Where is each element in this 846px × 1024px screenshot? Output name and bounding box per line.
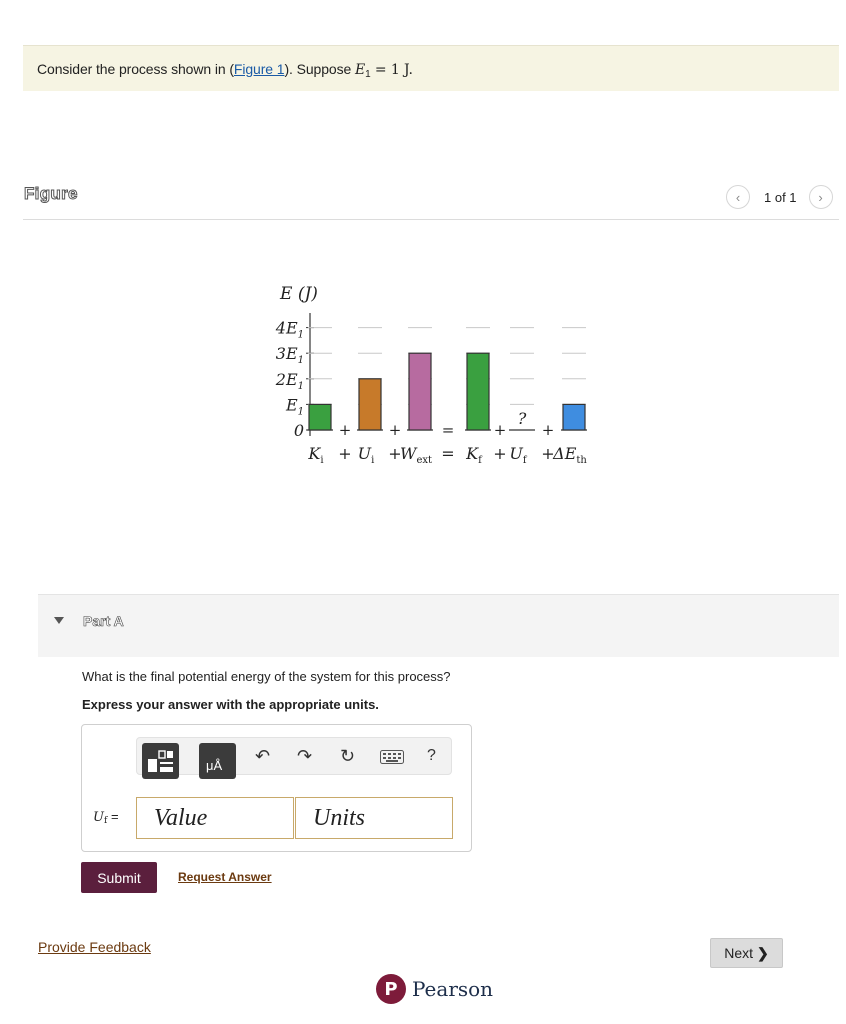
bar-operator-2: =: [442, 421, 455, 439]
bar-operator-0: +: [339, 421, 352, 439]
term-operator-4: +: [541, 444, 554, 463]
pearson-branding: P Pearson: [376, 972, 493, 1006]
chevron-left-icon[interactable]: ‹: [726, 185, 750, 209]
part-a-title: Part A: [83, 613, 124, 630]
part-a-header[interactable]: Part A: [38, 594, 839, 657]
bar-Ui: [358, 378, 382, 431]
uf-eq: =: [110, 809, 119, 824]
figure-page-count: 1 of 1: [764, 189, 797, 205]
bar-operator-4: +: [542, 421, 555, 439]
figure-divider: [23, 219, 839, 220]
y-tick-label-1: E1: [285, 395, 304, 417]
bar-operator-3: +: [494, 421, 507, 439]
term-operator-0: +: [338, 444, 351, 463]
bar-operator-1: +: [389, 421, 402, 439]
question-text: What is the final potential energy of th…: [82, 669, 451, 684]
pearson-wordmark: Pearson: [412, 977, 494, 1001]
next-label: Next: [724, 945, 754, 961]
term-label-1: Ui: [358, 444, 375, 466]
undo-icon[interactable]: ↶: [255, 746, 270, 767]
energy-value: = 1 J.: [370, 62, 413, 78]
units-button[interactable]: μÅ: [199, 743, 236, 779]
y-axis-title: E (J): [279, 284, 318, 304]
term-label-0: Ki: [307, 444, 323, 466]
y-tick-label-0: 0: [294, 421, 304, 440]
caret-down-icon[interactable]: [54, 617, 64, 624]
bar-ΔEth: [562, 403, 586, 431]
term-operator-3: +: [493, 444, 506, 463]
keyboard-svg: [380, 750, 404, 764]
keyboard-icon[interactable]: [380, 750, 404, 769]
problem-statement-box: Consider the process shown in (Figure 1)…: [23, 45, 839, 91]
chevron-right-icon: ❯: [757, 944, 769, 961]
y-tick-label-3: 3E1: [276, 344, 304, 366]
provide-feedback-link[interactable]: Provide Feedback: [38, 939, 151, 955]
y-tick-label-4: 4E1: [275, 319, 304, 341]
answer-panel: μÅ ↶ ↷ ↻ ? Uf = Value Units: [81, 724, 472, 852]
instruction-text: Express your answer with the appropriate…: [82, 697, 379, 712]
submit-button[interactable]: Submit: [81, 862, 157, 893]
reset-icon[interactable]: ↻: [340, 746, 355, 767]
energy-variable-sub: 1: [365, 69, 371, 80]
uf-label: Uf =: [93, 809, 119, 826]
term-label-2: Wext: [400, 444, 432, 466]
energy-bar-chart: E (J)4E13E12E1E10?+ + = + +Ki Ui Wext Kf Uf ΔEth+…: [275, 284, 588, 466]
redo-icon[interactable]: ↷: [297, 746, 312, 767]
term-label-4: Uf: [509, 444, 527, 466]
bar-Wext: [408, 352, 432, 431]
term-operator-2: =: [441, 444, 454, 463]
bar-Ki: [308, 403, 332, 431]
term-label-3: Kf: [465, 444, 483, 466]
y-tick-label-2: 2E1: [275, 370, 304, 392]
templates-button[interactable]: [142, 743, 179, 779]
pearson-logo-icon: P: [376, 974, 406, 1004]
next-button[interactable]: Next ❯: [710, 938, 783, 968]
term-label-5: ΔEth: [552, 444, 587, 466]
request-answer-link[interactable]: Request Answer: [178, 870, 272, 884]
units-glyph: μÅ: [206, 758, 223, 773]
uf-var: U: [93, 810, 104, 825]
figure-link[interactable]: Figure 1: [234, 61, 285, 77]
term-operator-1: +: [388, 444, 401, 463]
value-input[interactable]: Value: [136, 797, 294, 839]
bar-Kf: [466, 352, 490, 431]
prompt-text-before: Consider the process shown in (: [37, 61, 234, 77]
prompt-text-after: ). Suppose: [284, 61, 355, 77]
figure-heading: Figure: [24, 184, 78, 204]
uf-sub: f: [103, 816, 108, 826]
figure-pager: ‹ 1 of 1 ›: [726, 184, 833, 210]
templates-icon: [148, 750, 173, 772]
problem-statement: Consider the process shown in (Figure 1)…: [37, 61, 413, 80]
math-toolbar: μÅ ↶ ↷ ↻ ?: [136, 737, 452, 779]
units-input[interactable]: Units: [295, 797, 453, 839]
unknown-bar-mark: ?: [518, 409, 527, 428]
chevron-right-icon[interactable]: ›: [808, 185, 833, 209]
energy-variable: E: [354, 62, 366, 78]
help-icon[interactable]: ?: [427, 747, 436, 765]
